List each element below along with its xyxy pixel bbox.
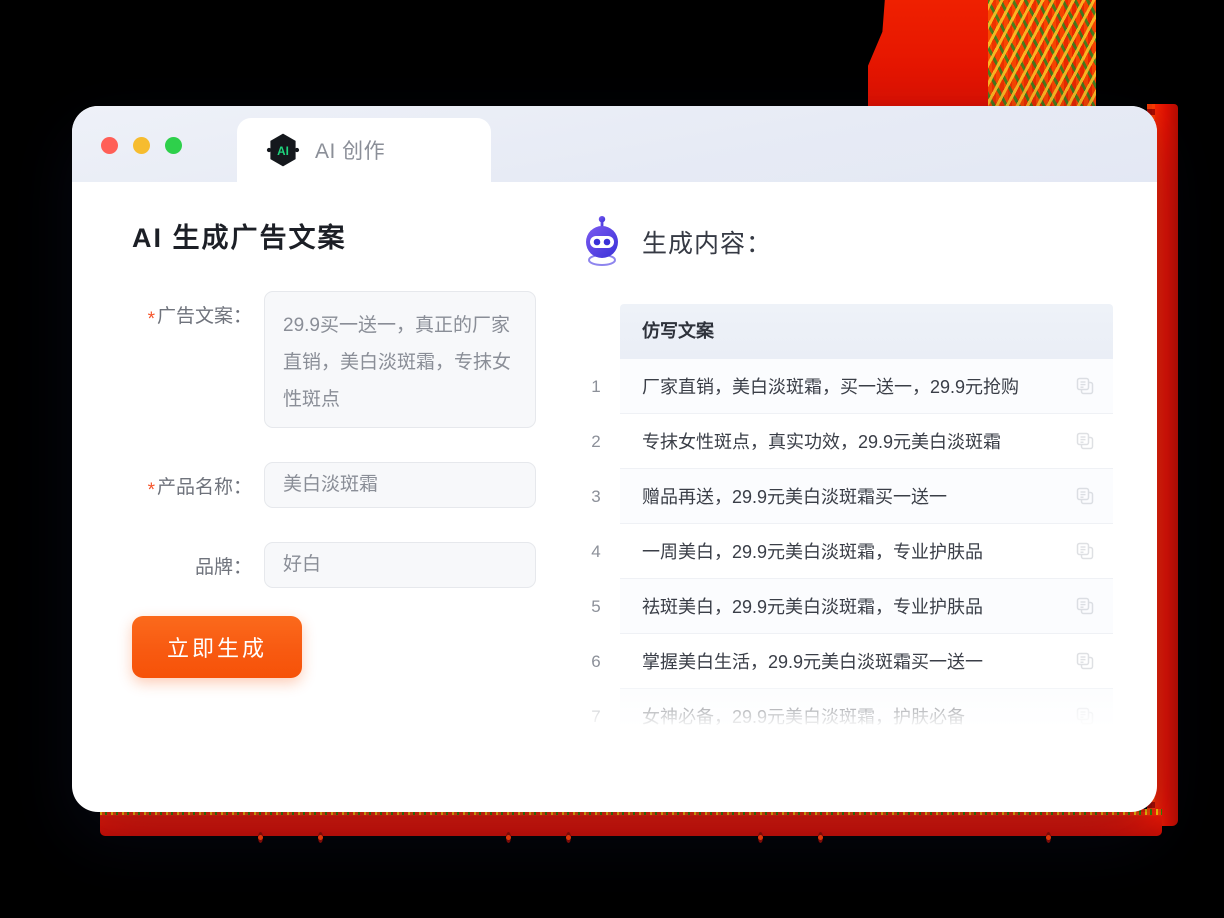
app-window: AI AI 创作 AI 生成广告文案 * 广告文案： 29.9买一送一，真正的厂家… (72, 106, 1157, 812)
close-button-icon[interactable] (101, 137, 118, 154)
field-brand: 品牌： 好白 (132, 542, 572, 588)
table-row-text: 一周美白，29.9元美白淡斑霜，专业护肤品 (642, 542, 984, 562)
row-index: 1 (591, 377, 601, 396)
table-row[interactable]: 赠品再送，29.9元美白淡斑霜买一送一 (620, 469, 1113, 524)
screenshot-stage: AI AI 创作 AI 生成广告文案 * 广告文案： 29.9买一送一，真正的厂家… (0, 0, 1224, 918)
table-row-text: 掌握美白生活，29.9元美白淡斑霜买一送一 (642, 652, 984, 672)
table-row[interactable]: 掌握美白生活，29.9元美白淡斑霜买一送一 (620, 634, 1113, 689)
copy-icon[interactable] (1075, 706, 1095, 726)
svg-text:AI: AI (277, 145, 289, 158)
results-table: 仿写文案 厂家直销，美白淡斑霜，买一送一，29.9元抢购 专抹女性斑点，真实功效，… (620, 304, 1113, 744)
field-label-product-name: * 产品名称： (132, 462, 264, 508)
copy-icon[interactable] (1075, 431, 1095, 451)
table-body: 厂家直销，美白淡斑霜，买一送一，29.9元抢购 专抹女性斑点，真实功效，29.9元… (620, 359, 1113, 744)
robot-icon (580, 216, 624, 268)
results-table-wrapper: 1 2 3 4 5 6 7 仿写文案 厂家直销，美白淡斑霜，买一送一，29.9元抢购 专抹女性… (572, 304, 1113, 744)
table-row-text: 专抹女性斑点，真实功效，29.9元美白淡斑霜 (642, 432, 1002, 452)
table-row-text: 女神必备，29.9元美白淡斑霜，护肤必备 (642, 707, 966, 727)
table-row[interactable]: 祛斑美白，29.9元美白淡斑霜，专业护肤品 (620, 579, 1113, 634)
field-label-text: 产品名称： (156, 477, 252, 498)
table-row[interactable]: 女神必备，29.9元美白淡斑霜，护肤必备 (620, 689, 1113, 744)
ai-hexagon-icon: AI (265, 132, 301, 168)
row-index: 6 (591, 652, 601, 671)
results-title: 生成内容： (642, 230, 773, 258)
row-index: 5 (591, 597, 601, 616)
copy-icon[interactable] (1075, 541, 1095, 561)
table-row-text: 厂家直销，美白淡斑霜，买一送一，29.9元抢购 (642, 377, 1020, 397)
product-name-input[interactable]: 美白淡斑霜 (264, 462, 536, 508)
decorative-arrow-top-right (868, 0, 988, 106)
form-panel: AI 生成广告文案 * 广告文案： 29.9买一送一，真正的厂家直销，美白淡斑霜，… (72, 216, 572, 812)
field-label-brand: 品牌： (194, 557, 252, 578)
generate-button[interactable]: 立即生成 (132, 616, 302, 678)
required-asterisk-icon: * (147, 309, 155, 330)
table-row-text: 祛斑美白，29.9元美白淡斑霜，专业护肤品 (642, 597, 984, 617)
decorative-dot (506, 832, 511, 843)
ad-copy-textarea[interactable]: 29.9买一送一，真正的厂家直销，美白淡斑霜，专抹女性斑点 (264, 291, 536, 428)
window-content: AI 生成广告文案 * 广告文案： 29.9买一送一，真正的厂家直销，美白淡斑霜，… (72, 182, 1157, 812)
title-bar: AI AI 创作 (72, 106, 1157, 182)
table-row[interactable]: 专抹女性斑点，真实功效，29.9元美白淡斑霜 (620, 414, 1113, 469)
page-title: AI 生成广告文案 (132, 223, 347, 253)
table-row[interactable]: 厂家直销，美白淡斑霜，买一送一，29.9元抢购 (620, 359, 1113, 414)
decorative-dot (566, 832, 571, 843)
decorative-dot (318, 832, 323, 843)
copy-icon[interactable] (1075, 596, 1095, 616)
tab-ai-creation[interactable]: AI AI 创作 (237, 118, 491, 182)
field-ad-copy: * 广告文案： 29.9买一送一，真正的厂家直销，美白淡斑霜，专抹女性斑点 (132, 291, 572, 428)
row-index-gutter: 1 2 3 4 5 6 7 (572, 304, 620, 744)
decorative-dot (758, 832, 763, 843)
brand-input[interactable]: 好白 (264, 542, 536, 588)
row-index: 4 (591, 542, 601, 561)
results-panel: 生成内容： 1 2 3 4 5 6 7 仿写文案 厂家直销，美白淡斑霜，买一送一，29.9元… (572, 216, 1157, 812)
tab-label: AI 创作 (315, 140, 386, 163)
decorative-dot (1046, 832, 1051, 843)
table-header-cell: 仿写文案 (620, 304, 1113, 359)
decorative-dot (818, 832, 823, 843)
table-row[interactable]: 一周美白，29.9元美白淡斑霜，专业护肤品 (620, 524, 1113, 579)
minimize-button-icon[interactable] (133, 137, 150, 154)
maximize-button-icon[interactable] (165, 137, 182, 154)
row-index: 2 (591, 432, 601, 451)
field-label-ad-copy: * 广告文案： (132, 291, 264, 428)
required-asterisk-icon: * (147, 480, 155, 501)
decorative-dot (258, 832, 263, 843)
row-index: 3 (591, 487, 601, 506)
copy-icon[interactable] (1075, 486, 1095, 506)
field-label-text: 广告文案： (156, 306, 252, 327)
field-product-name: * 产品名称： 美白淡斑霜 (132, 462, 572, 508)
table-row-text: 赠品再送，29.9元美白淡斑霜买一送一 (642, 487, 948, 507)
copy-icon[interactable] (1075, 651, 1095, 671)
row-index: 7 (591, 707, 601, 726)
copy-icon[interactable] (1075, 376, 1095, 396)
traffic-light-controls[interactable] (101, 137, 182, 154)
results-header: 生成内容： (572, 216, 1113, 268)
